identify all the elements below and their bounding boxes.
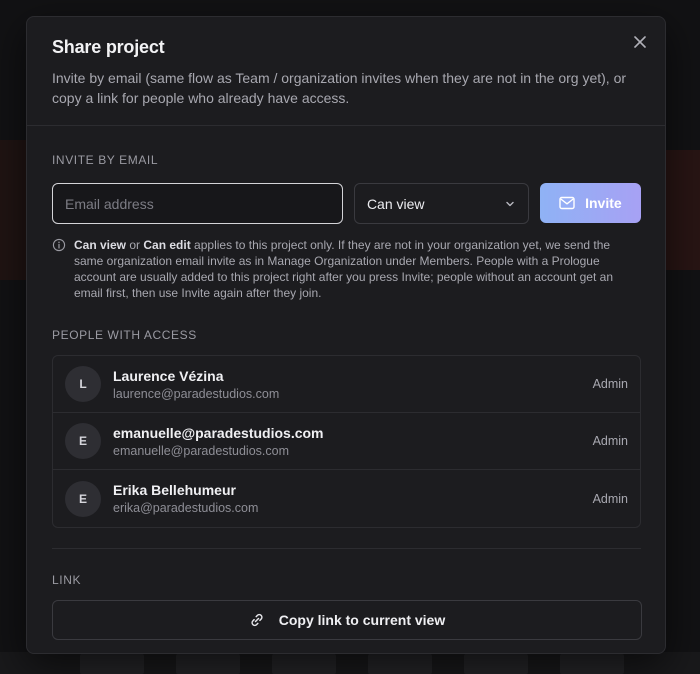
list-item: E emanuelle@paradestudios.com emanuelle@…	[53, 413, 640, 470]
person-email: emanuelle@paradestudios.com	[113, 443, 289, 458]
dialog-title: Share project	[52, 37, 165, 57]
people-list: L Laurence Vézina laurence@paradestudios…	[52, 355, 641, 528]
copy-link-button[interactable]: Copy link to current view	[52, 600, 642, 640]
copy-link-button-label: Copy link to current view	[278, 612, 446, 628]
avatar: E	[65, 423, 101, 459]
avatar: E	[65, 480, 101, 517]
person-role: Admin	[592, 434, 628, 448]
backdrop-thumbnail	[464, 654, 528, 674]
people-section-label: PEOPLE WITH ACCESS	[52, 328, 197, 342]
close-icon	[634, 36, 646, 48]
invite-button[interactable]: Invite	[539, 183, 641, 223]
list-item: E Erika Bellehumeur erika@paradestudios.…	[53, 470, 640, 527]
person-info: emanuelle@paradestudios.com emanuelle@pa…	[113, 424, 593, 459]
person-info: Erika Bellehumeur erika@paradestudios.co…	[113, 481, 593, 516]
invite-help-note: Can view or Can edit applies to this pro…	[52, 237, 641, 301]
close-button[interactable]	[629, 31, 651, 53]
backdrop-thumbnail-strip	[0, 652, 700, 674]
dialog-header: Share project Invite by email (same flow…	[27, 17, 665, 126]
backdrop-thumbnail	[368, 654, 432, 674]
backdrop-thumbnail	[80, 654, 144, 674]
invite-row: Can view Invite	[52, 183, 641, 224]
backdrop-thumbnail	[176, 654, 240, 674]
can-edit-term: Can edit	[143, 238, 191, 252]
person-name: emanuelle@paradestudios.com	[113, 424, 324, 441]
person-email: laurence@paradestudios.com	[113, 386, 280, 401]
person-name: Erika Bellehumeur	[113, 482, 236, 498]
backdrop-thumbnail	[560, 654, 624, 674]
mail-icon	[559, 196, 575, 210]
share-project-dialog: Share project Invite by email (same flow…	[26, 16, 666, 654]
person-info: Laurence Vézina laurence@paradestudios.c…	[113, 367, 593, 402]
avatar: L	[65, 366, 101, 402]
link-section-label: LINK	[52, 573, 82, 587]
list-item: L Laurence Vézina laurence@paradestudios…	[53, 356, 640, 413]
backdrop-content	[666, 150, 700, 270]
person-role: Admin	[592, 377, 628, 391]
invite-button-label: Invite	[585, 195, 622, 211]
invite-section-label: INVITE BY EMAIL	[52, 153, 159, 167]
invite-help-text: Can view or Can edit applies to this pro…	[74, 237, 641, 301]
permission-select[interactable]: Can view	[353, 183, 529, 224]
person-email: erika@paradestudios.com	[113, 501, 259, 515]
email-input[interactable]	[52, 183, 343, 224]
dialog-body: INVITE BY EMAIL Can view Invite	[27, 153, 665, 640]
backdrop-content	[0, 140, 26, 280]
info-icon	[52, 238, 66, 252]
permission-select-value: Can view	[366, 195, 425, 212]
backdrop-thumbnail	[272, 654, 336, 674]
note-or: or	[126, 238, 144, 252]
person-name: Laurence Vézina	[113, 367, 224, 384]
link-icon	[251, 613, 263, 627]
section-divider	[52, 548, 641, 549]
person-role: Admin	[592, 491, 628, 506]
can-view-term: Can view	[74, 238, 127, 252]
dialog-subtitle: Invite by email (same flow as Team / org…	[52, 70, 627, 106]
chevron-down-icon	[506, 201, 514, 206]
